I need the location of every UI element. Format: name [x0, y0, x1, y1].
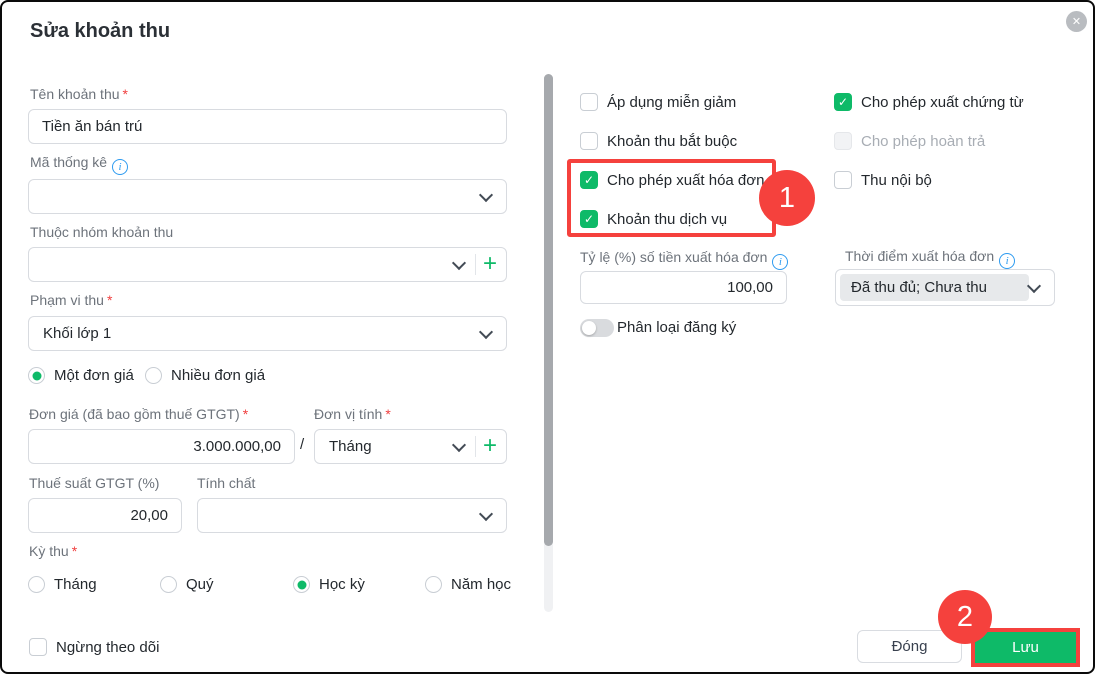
- radio-label: Năm học: [451, 576, 511, 593]
- add-group-icon[interactable]: +: [483, 252, 497, 276]
- radio-circle[interactable]: [160, 576, 177, 593]
- unit-select[interactable]: Tháng +: [314, 429, 507, 464]
- info-icon: i: [999, 253, 1015, 269]
- checkbox-label: Ngừng theo dõi: [56, 639, 159, 656]
- checkbox-label: Khoản thu bắt buộc: [607, 133, 737, 150]
- radio-circle[interactable]: [28, 576, 45, 593]
- checkbox-box[interactable]: ✓: [580, 210, 598, 228]
- name-label: Tên khoản thu*: [30, 86, 128, 102]
- radio-circle[interactable]: [28, 367, 45, 384]
- period-label: Kỳ thu*: [29, 543, 77, 559]
- close-button[interactable]: Đóng: [857, 630, 962, 663]
- vat-label: Thuế suất GTGT (%): [29, 475, 159, 491]
- invoice-pct-label: Tỷ lệ (%) số tiền xuất hóa đơni: [580, 249, 788, 270]
- per-separator: /: [300, 436, 304, 453]
- checkbox-khoan-thu-bat-buoc[interactable]: ✓ Khoản thu bắt buộc: [580, 132, 737, 150]
- group-select[interactable]: +: [28, 247, 507, 282]
- toggle-knob: [582, 321, 596, 335]
- chevron-down-icon: [452, 437, 466, 451]
- annotation-badge-1: 1: [759, 170, 815, 226]
- checkbox-ap-dung-mien-giam[interactable]: ✓ Áp dụng miễn giảm: [580, 93, 736, 111]
- unit-label: Đơn vị tính*: [314, 406, 391, 422]
- checkbox-box: ✓: [834, 132, 852, 150]
- checkbox-cho-phep-xuat-chung-tu[interactable]: ✓ Cho phép xuất chứng từ: [834, 93, 1024, 111]
- register-classification-label: Phân loại đăng ký: [617, 319, 736, 336]
- chevron-down-icon: [479, 324, 493, 338]
- radio-label: Học kỳ: [319, 576, 365, 593]
- radio-multi-price[interactable]: Nhiều đơn giá: [145, 367, 265, 384]
- radio-single-price[interactable]: Một đơn giá: [28, 367, 134, 384]
- nature-label: Tính chất: [197, 475, 255, 491]
- info-icon: i: [112, 159, 128, 175]
- unit-price-input[interactable]: [28, 429, 295, 464]
- required-mark: *: [385, 406, 390, 422]
- vat-input[interactable]: [28, 498, 182, 533]
- add-unit-icon[interactable]: +: [483, 434, 497, 458]
- checkbox-box[interactable]: ✓: [29, 638, 47, 656]
- check-icon: ✓: [838, 96, 848, 108]
- save-button[interactable]: Lưu: [975, 632, 1076, 663]
- register-classification-toggle[interactable]: [580, 319, 614, 337]
- divider: [475, 254, 476, 275]
- radio-label: Tháng: [54, 576, 97, 593]
- chevron-down-icon: [452, 255, 466, 269]
- required-mark: *: [123, 86, 128, 102]
- checkbox-label: Thu nội bộ: [861, 172, 932, 189]
- chevron-down-icon: [1027, 278, 1041, 292]
- checkbox-khoan-thu-dich-vu[interactable]: ✓ Khoản thu dịch vụ: [580, 210, 727, 228]
- divider: [475, 436, 476, 457]
- radio-period-month[interactable]: Tháng: [28, 576, 97, 593]
- required-mark: *: [107, 292, 112, 308]
- checkbox-cho-phep-hoan-tra: ✓ Cho phép hoàn trả: [834, 132, 985, 150]
- scope-select[interactable]: Khối lớp 1: [28, 316, 507, 351]
- checkbox-box[interactable]: ✓: [580, 93, 598, 111]
- close-icon[interactable]: ✕: [1066, 11, 1087, 32]
- check-icon: ✓: [584, 213, 594, 225]
- checkbox-ngung-theo-doi[interactable]: ✓ Ngừng theo dõi: [29, 638, 159, 656]
- radio-label: Nhiều đơn giá: [171, 367, 265, 384]
- invoice-time-selected-text: Đã thu đủ; Chưa thu: [840, 274, 1029, 301]
- radio-period-schoolyear[interactable]: Năm học: [425, 576, 511, 593]
- unit-price-label: Đơn giá (đã bao gồm thuế GTGT)*: [29, 406, 248, 422]
- scope-label: Phạm vi thu*: [30, 292, 112, 308]
- checkbox-box[interactable]: ✓: [580, 171, 598, 189]
- checkbox-label: Khoản thu dịch vụ: [607, 211, 727, 228]
- radio-circle[interactable]: [145, 367, 162, 384]
- check-icon: ✓: [584, 174, 594, 186]
- radio-circle[interactable]: [293, 576, 310, 593]
- invoice-time-label: Thời điểm xuất hóa đơni: [845, 248, 1015, 269]
- required-mark: *: [243, 406, 248, 422]
- nature-select[interactable]: [197, 498, 507, 533]
- scrollbar-thumb[interactable]: [544, 74, 553, 546]
- checkbox-label: Cho phép xuất chứng từ: [861, 94, 1024, 111]
- checkbox-label: Cho phép hoàn trả: [861, 133, 985, 150]
- radio-label: Quý: [186, 576, 214, 593]
- checkbox-box[interactable]: ✓: [834, 171, 852, 189]
- radio-circle[interactable]: [425, 576, 442, 593]
- radio-label: Một đơn giá: [54, 367, 134, 384]
- invoice-time-select[interactable]: Đã thu đủ; Chưa thu: [835, 269, 1055, 306]
- stat-code-label: Mã thống kêi: [30, 154, 128, 175]
- checkbox-box[interactable]: ✓: [834, 93, 852, 111]
- checkbox-box[interactable]: ✓: [580, 132, 598, 150]
- annotation-rect-2: Lưu: [971, 628, 1080, 667]
- stat-code-select[interactable]: [28, 179, 507, 214]
- group-label: Thuộc nhóm khoản thu: [30, 224, 173, 240]
- checkbox-thu-noi-bo[interactable]: ✓ Thu nội bộ: [834, 171, 932, 189]
- required-mark: *: [72, 543, 77, 559]
- radio-period-quarter[interactable]: Quý: [160, 576, 214, 593]
- scope-value: Khối lớp 1: [43, 317, 111, 350]
- checkbox-cho-phep-xuat-hoa-don[interactable]: ✓ Cho phép xuất hóa đơn: [580, 171, 764, 189]
- dialog-title: Sửa khoản thu: [30, 20, 170, 43]
- checkbox-label: Áp dụng miễn giảm: [607, 94, 736, 111]
- checkbox-label: Cho phép xuất hóa đơn: [607, 172, 764, 189]
- radio-period-semester[interactable]: Học kỳ: [293, 576, 365, 593]
- info-icon: i: [772, 254, 788, 270]
- chevron-down-icon: [479, 187, 493, 201]
- chevron-down-icon: [479, 506, 493, 520]
- name-input[interactable]: [28, 109, 507, 144]
- invoice-pct-input[interactable]: [580, 271, 787, 304]
- edit-revenue-dialog: Sửa khoản thu ✕ Tên khoản thu* Mã thống …: [0, 0, 1095, 674]
- unit-value: Tháng: [329, 430, 372, 463]
